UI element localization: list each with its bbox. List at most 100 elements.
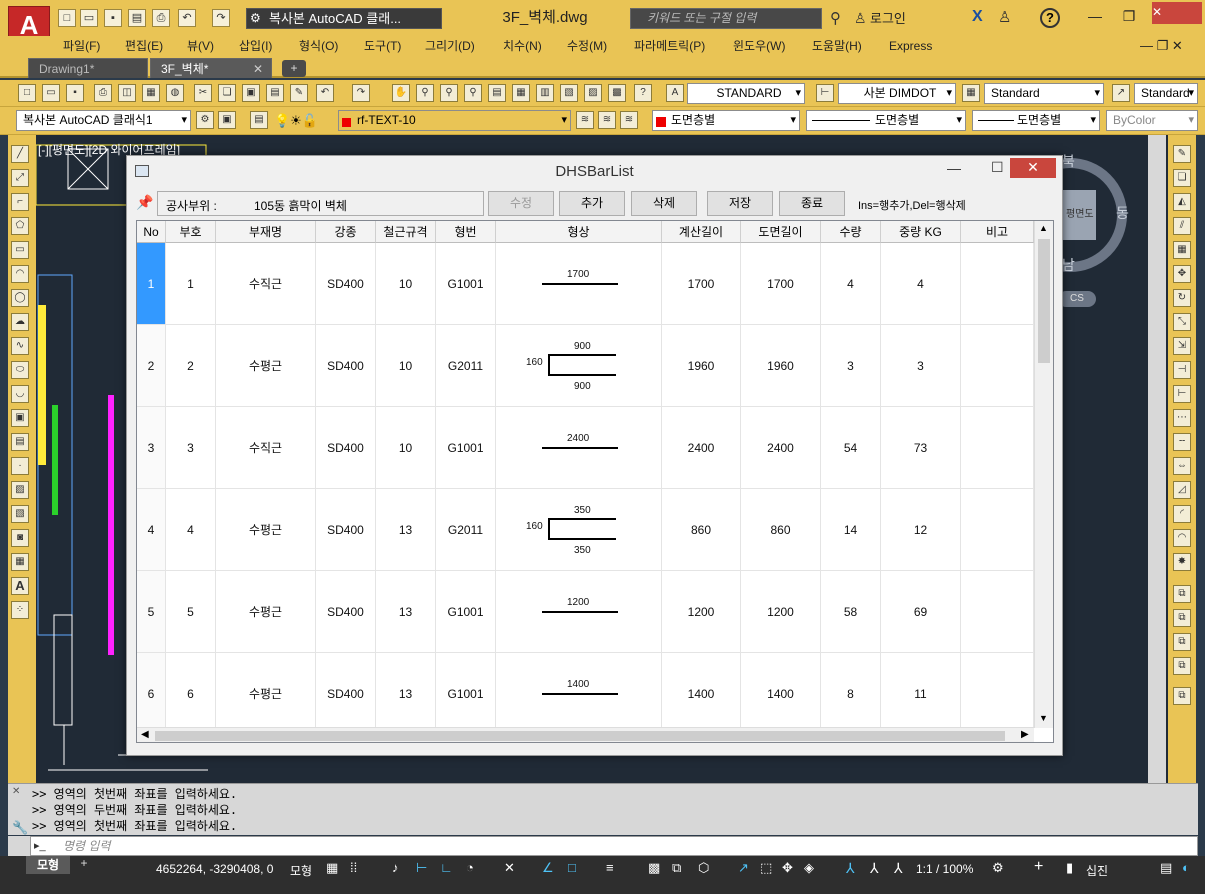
new-icon[interactable]: □ (18, 84, 36, 102)
viewcube-face[interactable]: 평면도 (1066, 205, 1094, 220)
hatch-icon[interactable]: ▨ (11, 481, 29, 499)
redo-icon[interactable]: ↷ (352, 84, 370, 102)
cell-col-name[interactable]: 수평근 (216, 489, 316, 571)
mleader-style-icon[interactable]: ↗ (1112, 84, 1130, 102)
color-select[interactable]: 도면층별 (652, 110, 800, 131)
chamfer-icon[interactable]: ◿ (1173, 481, 1191, 499)
cell-col-name[interactable]: 수직근 (216, 243, 316, 325)
cell-col-size[interactable]: 10 (376, 407, 436, 489)
menu-tools[interactable]: 도구(T) (364, 36, 401, 56)
explode-icon[interactable]: ✸ (1173, 553, 1191, 571)
rotate-icon[interactable]: ↻ (1173, 289, 1191, 307)
cell-col-size[interactable]: 10 (376, 243, 436, 325)
cell-col-calc-length[interactable]: 1400 (662, 653, 741, 735)
cell-col-draw-length[interactable]: 1960 (741, 325, 821, 407)
ortho-icon[interactable]: ∟ (440, 860, 453, 875)
cell-col-no[interactable]: 6 (137, 653, 166, 735)
workspace-switch-icon[interactable]: ⚙ (992, 860, 1004, 876)
autodesk-360-icon[interactable]: ♙ (998, 8, 1011, 26)
tool-palettes-icon[interactable]: ▥ (536, 84, 554, 102)
cell-col-size[interactable]: 10 (376, 325, 436, 407)
circle-icon[interactable]: ◯ (11, 289, 29, 307)
menu-modify[interactable]: 수정(M) (567, 36, 607, 56)
layout-tab-model[interactable]: 모형 (26, 856, 70, 874)
menu-edit[interactable]: 편집(E) (125, 36, 163, 56)
erase-icon[interactable]: ✎ (1173, 145, 1191, 163)
save-icon[interactable]: ▪ (104, 9, 122, 27)
scroll-right-icon[interactable]: ▶ (1021, 729, 1029, 740)
text-style-icon[interactable]: A (666, 84, 684, 102)
menu-view[interactable]: 뷰(V) (187, 36, 214, 56)
header-col-weight[interactable]: 중량 KG (881, 221, 961, 243)
exchange-icon[interactable]: X (972, 8, 983, 26)
model-space-toggle[interactable]: 모형 (290, 862, 312, 879)
modify-button[interactable]: 수정 (488, 191, 554, 216)
spline-icon[interactable]: ∿ (11, 337, 29, 355)
snap-icon[interactable]: ⁞⁞ (350, 860, 357, 875)
layer-properties-icon[interactable]: ▤ (250, 111, 268, 129)
cell-col-no[interactable]: 4 (137, 489, 166, 571)
menu-window[interactable]: 윈도우(W) (733, 36, 785, 56)
move-icon[interactable]: ✥ (1173, 265, 1191, 283)
cell-col-weight[interactable]: 69 (881, 571, 961, 653)
publish-icon[interactable]: ▦ (142, 84, 160, 102)
cell-col-code[interactable]: 1 (166, 243, 216, 325)
object-snap-tracking-icon[interactable]: ∠ (542, 860, 554, 876)
cell-col-draw-length[interactable]: 1400 (741, 653, 821, 735)
zoom-previous-icon[interactable]: ⚲ (464, 84, 482, 102)
ellipse-arc-icon[interactable]: ◡ (11, 385, 29, 403)
dialog-maximize-button[interactable]: ☐ (991, 159, 1004, 176)
cell-col-note[interactable] (961, 243, 1034, 325)
cell-col-qty[interactable]: 54 (821, 407, 881, 489)
transparency-icon[interactable]: ▩ (648, 860, 660, 876)
cell-col-grade[interactable]: SD400 (316, 489, 376, 571)
scale-icon[interactable]: ⤡ (1173, 313, 1191, 331)
cell-shape-drawing[interactable]: 900 160 900 (496, 325, 662, 407)
cell-col-qty[interactable]: 4 (821, 243, 881, 325)
dialog-close-button[interactable]: ✕ (1010, 158, 1056, 178)
markup-icon[interactable]: ▨ (584, 84, 602, 102)
header-col-code[interactable]: 부호 (166, 221, 216, 243)
cell-col-draw-length[interactable]: 2400 (741, 407, 821, 489)
cell-col-size[interactable]: 13 (376, 571, 436, 653)
stretch-icon[interactable]: ⇲ (1173, 337, 1191, 355)
mtext-icon[interactable]: A (11, 577, 29, 595)
grid-icon[interactable]: ▦ (326, 860, 338, 876)
cell-col-code[interactable]: 3 (166, 407, 216, 489)
header-col-draw-length[interactable]: 도면길이 (741, 221, 821, 243)
point-icon[interactable]: · (11, 457, 29, 475)
menu-express[interactable]: Express (889, 36, 932, 56)
cell-col-no[interactable]: 2 (137, 325, 166, 407)
revision-cloud-icon[interactable]: ☁ (11, 313, 29, 331)
login-button[interactable]: 로그인 (852, 8, 962, 29)
region-icon[interactable]: ◙ (11, 529, 29, 547)
cell-col-name[interactable]: 수평근 (216, 571, 316, 653)
customization-icon[interactable]: ◐ (1182, 860, 1190, 875)
cell-col-name[interactable]: 수평근 (216, 653, 316, 735)
copy-icon[interactable]: ❏ (218, 84, 236, 102)
annotation-visibility-icon[interactable]: ⅄ (846, 860, 855, 877)
cell-col-shape-no[interactable]: G1001 (436, 653, 496, 735)
zoom-window-icon[interactable]: ⚲ (440, 84, 458, 102)
undo-icon[interactable]: ↶ (178, 9, 196, 27)
cell-col-calc-length[interactable]: 2400 (662, 407, 741, 489)
cell-col-code[interactable]: 2 (166, 325, 216, 407)
design-center-icon[interactable]: ▦ (512, 84, 530, 102)
mleader-style-select[interactable]: Standard (1134, 83, 1198, 104)
cell-col-qty[interactable]: 3 (821, 325, 881, 407)
gear-icon[interactable]: ⚙ (196, 111, 214, 129)
layer-previous-icon[interactable]: ≋ (598, 111, 616, 129)
header-col-name[interactable]: 부재명 (216, 221, 316, 243)
workspace-combo[interactable]: 복사본 AutoCAD 클래식1 (16, 110, 191, 131)
layer-match-icon[interactable]: ≋ (620, 111, 638, 129)
ucs-menu[interactable]: CS (1058, 291, 1096, 307)
table-style-icon[interactable]: ▦ (962, 84, 980, 102)
cell-col-grade[interactable]: SD400 (316, 653, 376, 735)
menu-help[interactable]: 도움말(H) (812, 36, 862, 56)
h-scroll-thumb[interactable] (155, 731, 1005, 741)
sheet-set-icon[interactable]: ▧ (560, 84, 578, 102)
selection-filter-icon[interactable]: ⬚ (760, 860, 772, 876)
header-col-qty[interactable]: 수량 (821, 221, 881, 243)
header-col-calc-length[interactable]: 계산길이 (662, 221, 741, 243)
cell-col-qty[interactable]: 58 (821, 571, 881, 653)
